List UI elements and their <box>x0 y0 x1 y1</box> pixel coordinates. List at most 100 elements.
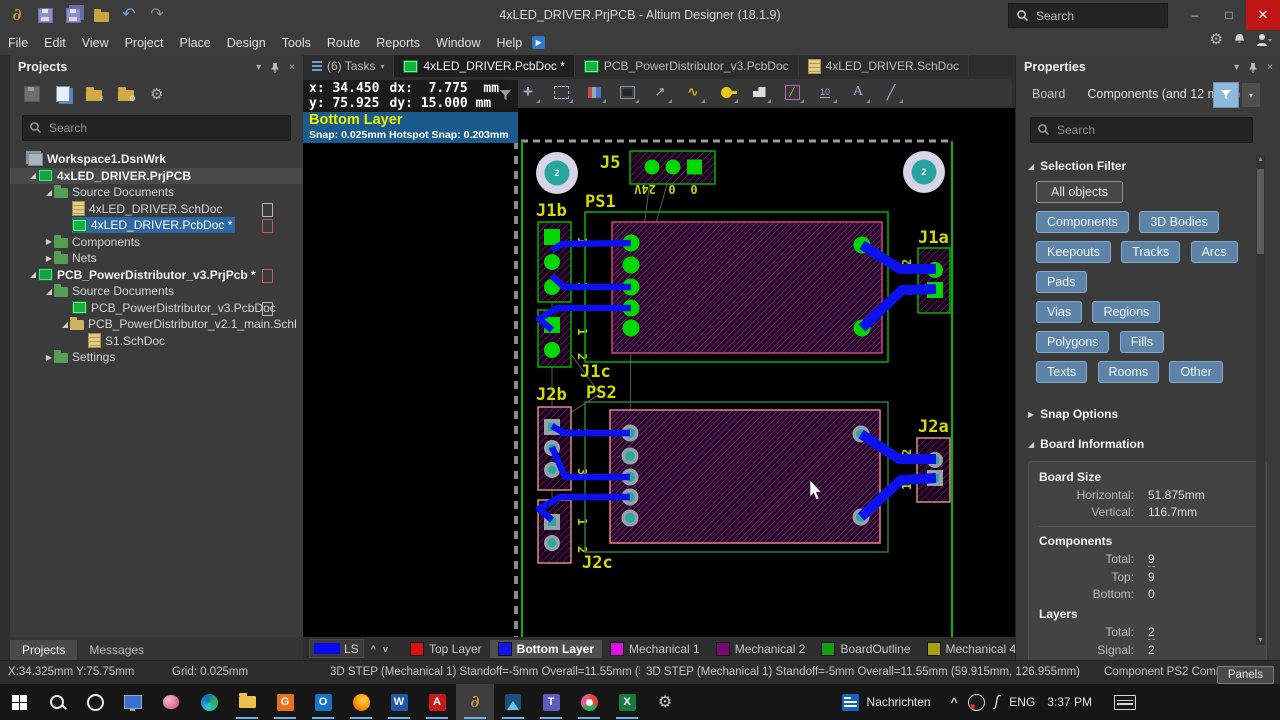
bell-icon[interactable] <box>1233 33 1246 47</box>
properties-scrollbar[interactable]: ▲ ▼ <box>1256 155 1265 645</box>
tree-item-components[interactable]: ▶ Components <box>10 234 303 251</box>
mounting-pad-right[interactable]: 2 <box>903 151 945 193</box>
menu-place[interactable]: Place <box>171 36 218 50</box>
menu-file[interactable]: File <box>0 36 36 50</box>
filter-fills-button[interactable]: Fills <box>1119 331 1164 353</box>
menu-project[interactable]: Project <box>117 36 172 50</box>
collapsed-arrow-icon[interactable]: ▶ <box>44 254 54 263</box>
collapsed-arrow-icon[interactable]: ▶ <box>44 237 54 246</box>
place-line-tool-icon[interactable]: ╱ <box>878 80 904 104</box>
audio-tray-icon[interactable]: ʃ <box>995 694 1000 710</box>
cortana-button[interactable] <box>76 684 114 720</box>
tree-item-schdoc[interactable]: 4xLED_DRIVER.SchDoc <box>10 201 303 218</box>
projects-search-input[interactable]: Search <box>22 115 291 141</box>
place-via-tool-icon[interactable] <box>713 80 739 104</box>
news-widget-icon[interactable] <box>841 693 859 711</box>
obs-tray-icon[interactable] <box>967 693 985 711</box>
menu-help[interactable]: Help <box>488 36 530 50</box>
crosshair-tool-icon[interactable]: + <box>515 80 541 104</box>
global-search-input[interactable]: Search <box>1008 3 1168 28</box>
layer-tab-mechanical2[interactable]: Mechanical 2 <box>708 640 814 658</box>
menu-view[interactable]: View <box>74 36 117 50</box>
pin-icon[interactable] <box>1248 62 1258 73</box>
menu-tools[interactable]: Tools <box>274 36 319 50</box>
save-all-icon[interactable] <box>62 4 84 26</box>
minimize-button[interactable]: – <box>1178 0 1212 30</box>
trace-tool-icon[interactable]: ╱ <box>779 80 805 104</box>
user-icon[interactable] <box>1256 33 1272 47</box>
expanded-arrow-icon[interactable]: ◢ <box>28 270 38 279</box>
expanded-arrow-icon[interactable]: ◢ <box>44 287 54 296</box>
firefox-button[interactable] <box>342 684 380 720</box>
menu-reports[interactable]: Reports <box>368 36 428 50</box>
taskview-app-button[interactable] <box>114 684 152 720</box>
file-explorer-button[interactable] <box>228 684 266 720</box>
expanded-arrow-icon[interactable]: ◢ <box>44 188 54 197</box>
tree-item-settings[interactable]: ▶ Settings <box>10 349 303 366</box>
compare-documents-icon[interactable] <box>56 86 70 102</box>
filter-texts-button[interactable]: Texts <box>1036 361 1088 383</box>
tree-item-nets[interactable]: ▶ Nets <box>10 250 303 267</box>
section-snap-options[interactable]: ▶ Snap Options <box>1028 407 1280 421</box>
redo-icon[interactable]: ↷ <box>146 4 168 26</box>
mode-board-label[interactable]: Board <box>1032 87 1065 101</box>
layer-set-button[interactable]: LS <box>309 639 364 658</box>
layer-tab-mechanical4[interactable]: Mechanical 4 <box>919 640 1015 658</box>
layer-tab-top[interactable]: Top Layer <box>402 640 490 658</box>
layer-scroll-up-icon[interactable]: ^ <box>371 644 376 654</box>
component-j1c[interactable]: J1c 1 2 <box>537 309 611 382</box>
tree-item-workspace[interactable]: Workspace1.DsnWrk <box>10 151 303 168</box>
filter-components-button[interactable]: Components <box>1036 211 1129 233</box>
notification-center-icon[interactable] <box>1114 694 1136 710</box>
component-ps1[interactable]: PS1 <box>584 192 889 363</box>
tab-powerdistributor-pcbdoc[interactable]: PCB_PowerDistributor_v3.PcbDoc <box>575 55 799 77</box>
filter-other-button[interactable]: Other <box>1169 361 1223 383</box>
gear-icon[interactable]: ⚙ <box>1210 32 1223 47</box>
scrollbar-thumb[interactable] <box>1257 169 1264 254</box>
menu-edit[interactable]: Edit <box>36 36 74 50</box>
funnel-icon[interactable] <box>499 89 512 102</box>
photos-button[interactable] <box>494 684 532 720</box>
taskbar-search-button[interactable] <box>38 684 76 720</box>
menu-route[interactable]: Route <box>319 36 368 50</box>
layer-tab-mechanical1[interactable]: Mechanical 1 <box>602 640 708 658</box>
place-pad-tool-icon[interactable] <box>581 80 607 104</box>
tasks-tab[interactable]: (6) Tasks ▾ <box>303 55 395 77</box>
tree-item-source-documents[interactable]: ◢ Source Documents <box>10 184 303 201</box>
panel-close-icon[interactable]: × <box>1267 62 1273 73</box>
filter-regions-button[interactable]: Regions <box>1092 301 1161 323</box>
route-tool-icon[interactable]: ↗ <box>647 80 673 104</box>
filter-tracks-button[interactable]: Tracks <box>1121 241 1181 263</box>
tab-schdoc[interactable]: 4xLED_DRIVER.SchDoc <box>799 55 970 77</box>
explore-project-icon[interactable]: ⌕ <box>86 87 104 102</box>
outlook-button[interactable]: O <box>304 684 342 720</box>
teams-button[interactable]: T <box>532 684 570 720</box>
tab-messages[interactable]: Messages <box>77 640 156 660</box>
scroll-down-icon[interactable]: ▼ <box>1256 637 1265 644</box>
save-icon[interactable] <box>34 4 56 26</box>
clock[interactable]: 3:37 PM <box>1047 695 1092 709</box>
word-button[interactable]: W <box>380 684 418 720</box>
tab-pcbdoc-active[interactable]: 4xLED_DRIVER.PcbDoc * <box>394 55 575 77</box>
dimension-tool-icon[interactable]: 10 <box>812 80 838 104</box>
section-selection-filter[interactable]: ◢ Selection Filter <box>1028 159 1280 173</box>
filter-button[interactable] <box>1213 82 1239 108</box>
filter-keepouts-button[interactable]: Keepouts <box>1036 241 1111 263</box>
undo-icon[interactable]: ↶ <box>118 4 140 26</box>
mounting-pad-left[interactable]: 2 <box>536 152 578 194</box>
expanded-arrow-icon[interactable]: ◢ <box>60 320 70 329</box>
menu-window[interactable]: Window <box>428 36 488 50</box>
filter-vias-button[interactable]: Vias <box>1036 301 1083 323</box>
save-project-icon[interactable] <box>24 86 40 102</box>
layer-tab-bottom-active[interactable]: Bottom Layer <box>489 639 603 658</box>
edge-button[interactable] <box>190 684 228 720</box>
news-widget-label[interactable]: Nachrichten <box>867 695 931 709</box>
open-folder-icon[interactable] <box>90 4 112 26</box>
language-indicator[interactable]: ENG <box>1009 695 1035 709</box>
component-j2c[interactable]: J2c 1 2 <box>537 499 613 573</box>
tray-chevron-up-icon[interactable]: ^ <box>951 695 958 709</box>
acrobat-button[interactable]: A <box>418 684 456 720</box>
panel-close-icon[interactable]: × <box>289 62 295 73</box>
tree-item-project-2[interactable]: ◢ PCB_PowerDistributor_v3.PrjPcb * <box>10 267 303 284</box>
altium-taskbar-button[interactable]: ∂ <box>456 684 494 720</box>
